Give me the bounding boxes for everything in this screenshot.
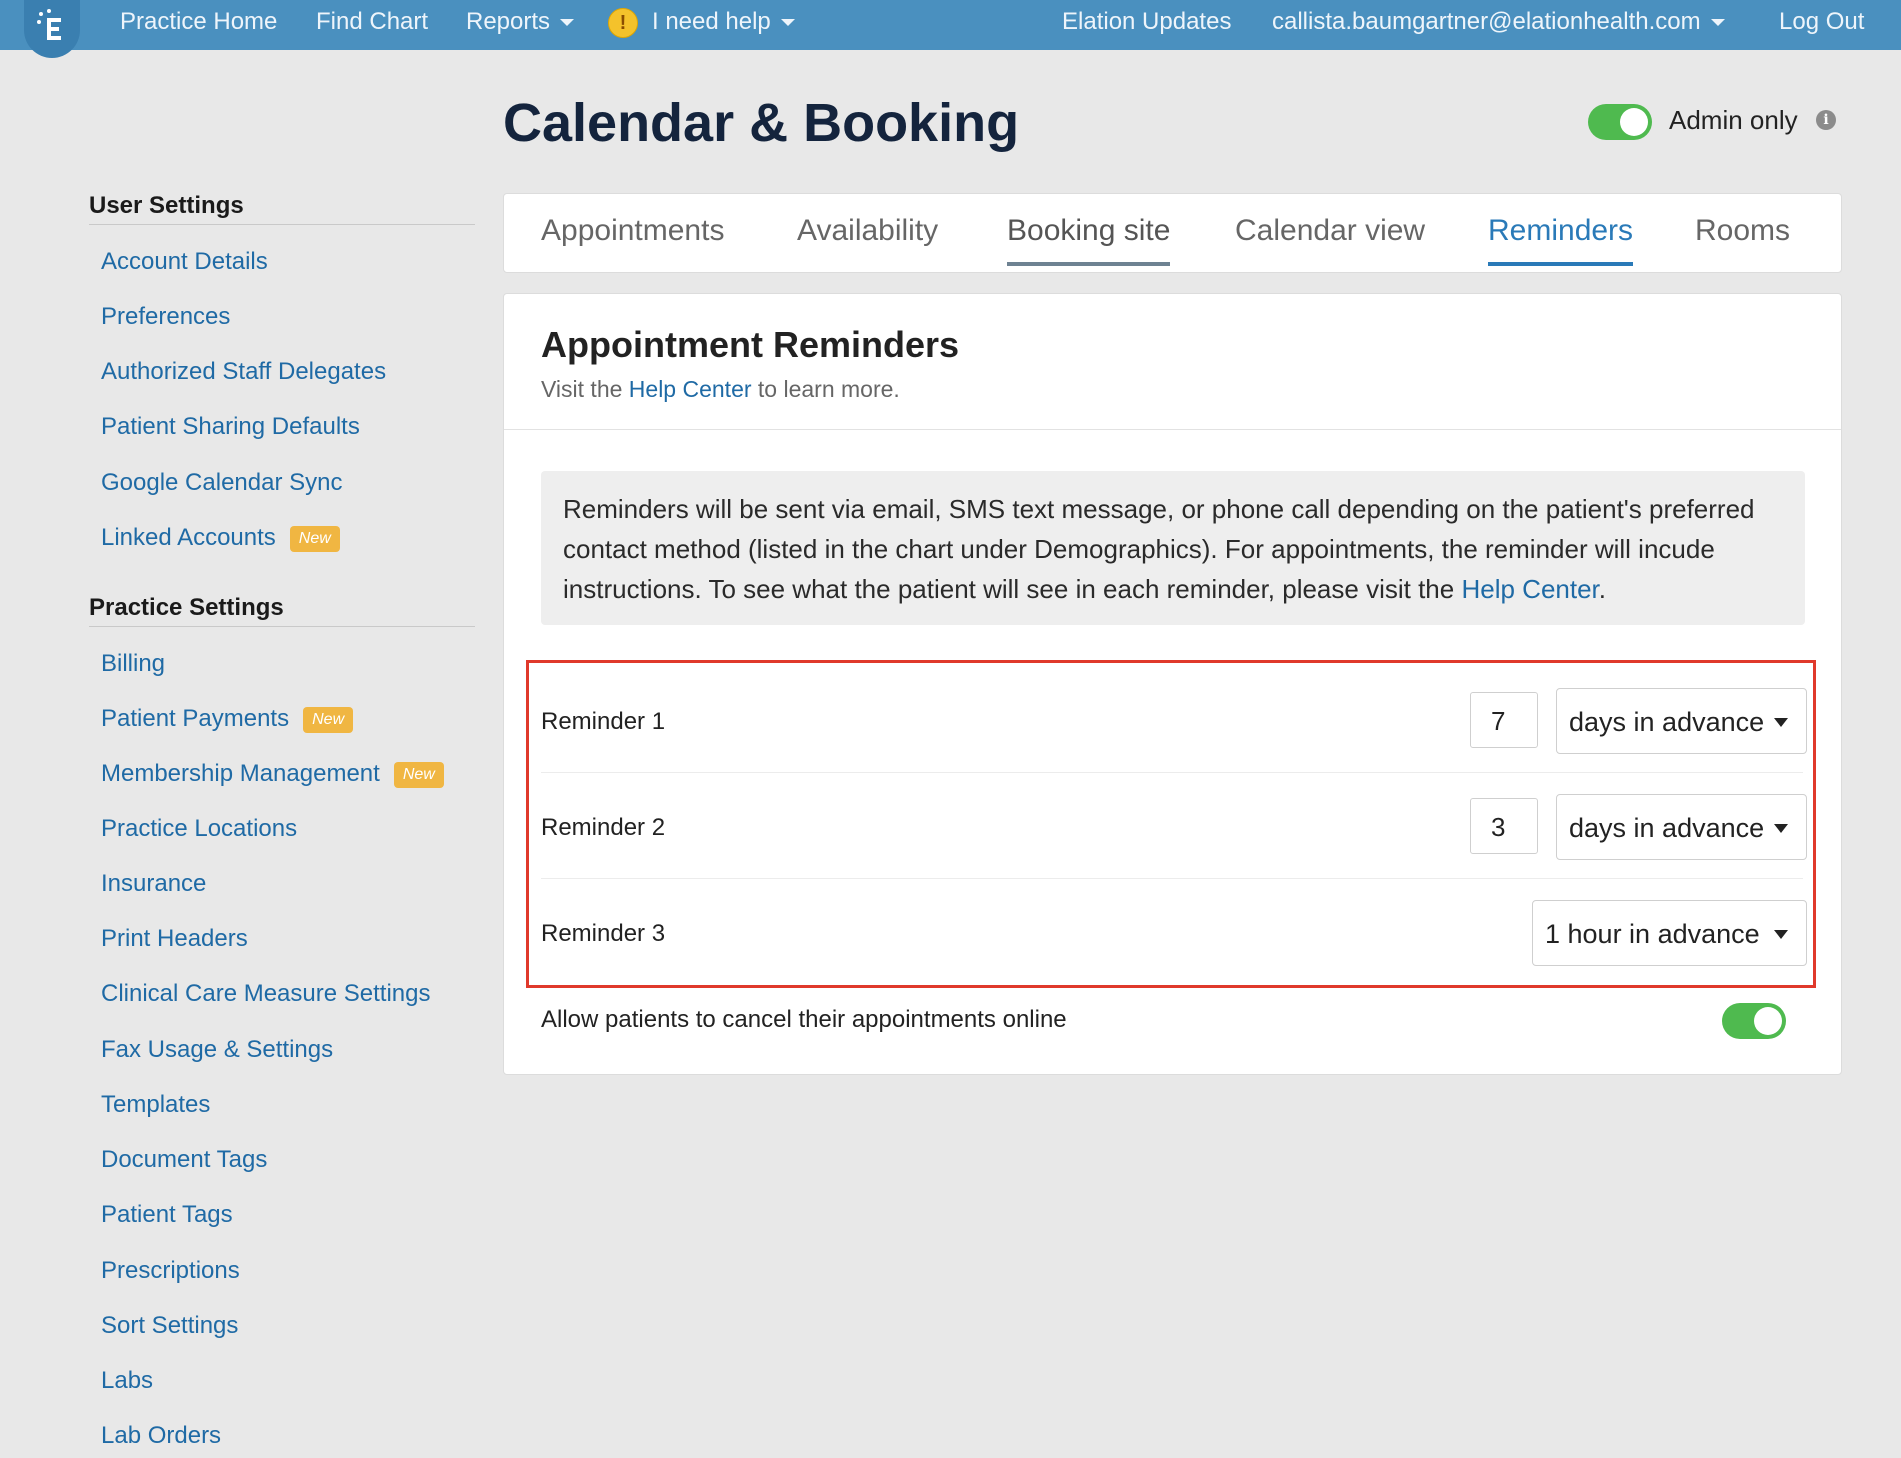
top-nav-bar: Practice Home Find Chart Reports ! I need… [0,0,1901,58]
settings-tabs: Appointments Availability Booking site C… [503,193,1842,273]
sidebar-item-document-tags[interactable]: Document Tags [101,1146,267,1174]
reminder-1-number-input[interactable]: 7 [1470,692,1538,748]
card-title: Appointment Reminders [541,324,960,365]
elation-logo-icon [37,9,61,40]
sidebar-item-label: Patient Payments [101,705,290,732]
subtitle-prefix: Visit the [541,376,623,402]
sidebar-item-google-calendar-sync[interactable]: Google Calendar Sync [101,469,342,497]
divider [504,429,1841,430]
warning-icon: ! [608,7,638,38]
select-value: days in advance [1569,813,1765,843]
reminder-row-1: Reminder 1 7 days in advance [541,666,1807,773]
tab-reminders[interactable]: Reminders [1488,214,1634,266]
select-value: 1 hour in advance [1545,919,1760,949]
reminder-row-3: Reminder 3 1 hour in advance [541,878,1807,984]
nav-user-menu[interactable]: callista.baumgartner@elationhealth.com [1272,0,1725,44]
sidebar-item-lab-orders[interactable]: Lab Orders [101,1422,221,1450]
tab-availability[interactable]: Availability [797,214,938,262]
chevron-down-icon [1710,19,1725,27]
tab-booking-site[interactable]: Booking site [1007,214,1171,266]
reminder-1-label: Reminder 1 [541,708,666,735]
sidebar-item-clinical-care-measure-settings[interactable]: Clinical Care Measure Settings [101,980,430,1008]
elation-logo[interactable] [24,0,80,58]
sidebar-item-templates[interactable]: Templates [101,1091,210,1119]
sidebar-item-fax-usage-settings[interactable]: Fax Usage & Settings [101,1036,333,1064]
reminder-3-label: Reminder 3 [541,920,666,947]
notice-help-center-link[interactable]: Help Center [1461,574,1598,604]
caret-down-icon [1774,824,1788,833]
chevron-down-icon [560,19,575,27]
admin-only-toggle[interactable] [1588,104,1652,140]
sidebar-item-account-details[interactable]: Account Details [101,248,268,276]
nav-find-chart[interactable]: Find Chart [316,0,428,44]
tab-calendar-view[interactable]: Calendar view [1235,214,1425,262]
nav-reports[interactable]: Reports [466,0,575,44]
nav-help-label: I need help [652,8,771,35]
new-badge: New [289,525,340,552]
toggle-knob [1754,1007,1782,1035]
nav-practice-home[interactable]: Practice Home [120,0,277,44]
sidebar-item-label: Linked Accounts [101,524,276,551]
new-badge: New [393,761,444,788]
reminder-row-2: Reminder 2 3 days in advance [541,772,1807,879]
chevron-down-icon [780,19,795,27]
sidebar-item-patient-tags[interactable]: Patient Tags [101,1201,233,1229]
sidebar-item-patient-sharing-defaults[interactable]: Patient Sharing Defaults [101,413,360,441]
nav-logout[interactable]: Log Out [1779,0,1864,44]
page-title: Calendar & Booking [503,93,1020,153]
nav-reports-label: Reports [466,8,551,35]
select-value: days in advance [1569,707,1765,737]
sidebar-item-practice-locations[interactable]: Practice Locations [101,815,297,843]
help-center-link[interactable]: Help Center [629,376,752,402]
sidebar-item-membership-management[interactable]: Membership Management New [101,760,444,788]
sidebar-item-billing[interactable]: Billing [101,650,165,678]
reminder-2-unit-select[interactable]: days in advance [1556,794,1807,860]
user-email: callista.baumgartner@elationhealth.com [1272,8,1701,35]
sidebar-item-labs[interactable]: Labs [101,1367,153,1395]
caret-down-icon [1774,718,1788,727]
sidebar-item-preferences[interactable]: Preferences [101,303,230,331]
reminders-card: Appointment Reminders Visit the Help Cen… [503,293,1842,1075]
nav-elation-updates[interactable]: Elation Updates [1062,0,1231,44]
tab-appointments[interactable]: Appointments [541,214,724,262]
sidebar-heading-practice-settings: Practice Settings [89,594,475,627]
info-icon[interactable]: i [1816,110,1836,130]
sidebar-item-sort-settings[interactable]: Sort Settings [101,1312,238,1340]
sidebar-heading-user-settings: User Settings [89,192,475,225]
sidebar-item-print-headers[interactable]: Print Headers [101,925,248,953]
caret-down-icon [1774,930,1788,939]
nav-help[interactable]: ! I need help [608,0,795,44]
card-subtitle: Visit the Help Center to learn more. [541,376,900,403]
reminder-notice: Reminders will be sent via email, SMS te… [541,471,1805,625]
sidebar-item-authorized-staff-delegates[interactable]: Authorized Staff Delegates [101,358,386,386]
new-badge: New [303,706,354,733]
reminder-2-label: Reminder 2 [541,814,666,841]
allow-cancel-label: Allow patients to cancel their appointme… [541,1006,1067,1033]
sidebar-item-prescriptions[interactable]: Prescriptions [101,1257,240,1285]
tab-rooms[interactable]: Rooms [1695,214,1790,262]
allow-cancel-toggle[interactable] [1722,1003,1786,1039]
subtitle-suffix: to learn more. [757,376,900,402]
reminder-1-unit-select[interactable]: days in advance [1556,688,1807,754]
reminder-3-unit-select[interactable]: 1 hour in advance [1532,900,1807,966]
reminder-2-number-input[interactable]: 3 [1470,798,1538,854]
toggle-knob [1620,108,1648,136]
sidebar-item-insurance[interactable]: Insurance [101,870,206,898]
sidebar-item-linked-accounts[interactable]: Linked Accounts New [101,524,340,552]
admin-only-label: Admin only [1669,105,1798,135]
sidebar-item-patient-payments[interactable]: Patient Payments New [101,705,354,733]
notice-end: . [1598,574,1607,604]
sidebar-item-label: Membership Management [101,760,380,787]
